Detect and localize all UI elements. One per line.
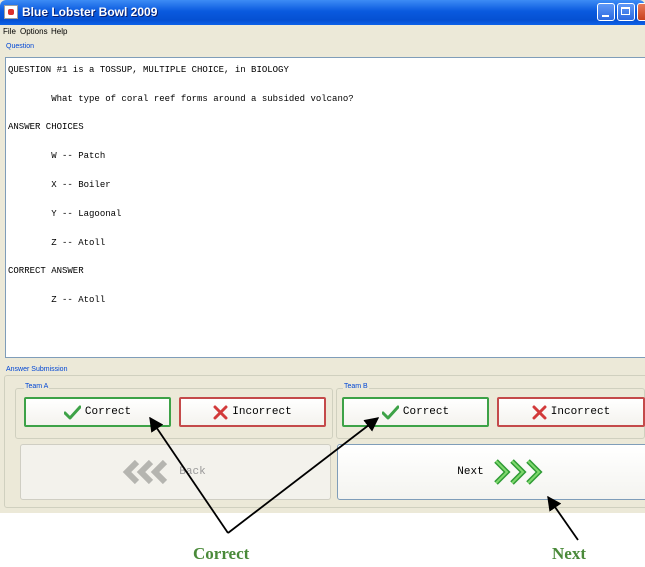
team-b-correct-button[interactable]: Correct <box>342 397 489 427</box>
team-b-correct-label: Correct <box>402 406 450 418</box>
back-label: Back <box>179 466 206 478</box>
title-bar: Blue Lobster Bowl 2009 <box>0 0 645 25</box>
window-title: Blue Lobster Bowl 2009 <box>22 5 158 19</box>
choice-y: Y -- Lagoonal <box>8 209 122 219</box>
team-b-incorrect-button[interactable]: Incorrect <box>497 397 645 427</box>
question-text-area[interactable]: QUESTION #1 is a TOSSUP, MULTIPLE CHOICE… <box>5 57 645 358</box>
next-chevrons-icon <box>493 459 543 485</box>
team-b-label: Team B <box>343 383 369 390</box>
check-icon <box>381 405 399 419</box>
cross-icon <box>213 405 228 419</box>
annotation-correct: Correct <box>193 544 250 563</box>
team-a-label: Team A <box>24 383 50 390</box>
cross-icon <box>532 405 547 419</box>
app-window: Blue Lobster Bowl 2009 File Options Help… <box>0 0 645 513</box>
correct-answer: Z -- Atoll <box>8 295 106 305</box>
team-b-incorrect-label: Incorrect <box>550 406 611 418</box>
choice-z: Z -- Atoll <box>8 238 106 248</box>
minimize-button[interactable] <box>597 3 615 21</box>
next-label: Next <box>457 466 484 478</box>
app-icon <box>4 5 18 19</box>
question-header: QUESTION #1 is a TOSSUP, MULTIPLE CHOICE… <box>8 65 289 75</box>
choice-w: W -- Patch <box>8 151 106 161</box>
question-group-label: Question <box>5 43 36 50</box>
team-a-incorrect-label: Incorrect <box>232 406 292 418</box>
maximize-button[interactable] <box>617 3 635 21</box>
menu-options[interactable]: Options <box>20 27 48 36</box>
team-a-incorrect-button[interactable]: Incorrect <box>179 397 326 427</box>
menu-help[interactable]: Help <box>51 27 67 36</box>
annotation-next: Next <box>552 544 586 563</box>
correct-answer-header: CORRECT ANSWER <box>8 266 84 276</box>
check-icon <box>63 405 81 419</box>
answer-choices-header: ANSWER CHOICES <box>8 122 84 132</box>
back-button[interactable]: Back <box>20 444 331 500</box>
next-button[interactable]: Next <box>337 444 645 500</box>
close-button[interactable] <box>637 3 645 21</box>
team-a-correct-label: Correct <box>84 406 132 418</box>
choice-x: X -- Boiler <box>8 180 111 190</box>
answer-submission-label: Answer Submission <box>5 366 69 373</box>
menu-bar: File Options Help <box>0 25 645 39</box>
question-text: What type of coral reef forms around a s… <box>8 94 354 104</box>
team-a-correct-button[interactable]: Correct <box>24 397 171 427</box>
back-chevrons-icon <box>123 460 168 484</box>
menu-file[interactable]: File <box>3 27 16 36</box>
